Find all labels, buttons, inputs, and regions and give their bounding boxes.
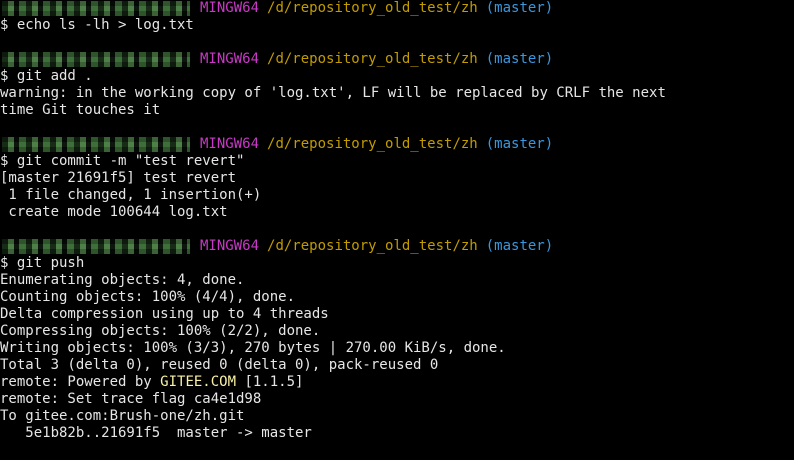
output-line: time Git touches it (0, 102, 161, 118)
output-line: Delta compression using up to 4 threads (0, 306, 329, 322)
prompt-line: MINGW64/d/repository_old_test/zh (master) (0, 0, 794, 17)
prompt-line: MINGW64/d/repository_old_test/zh (master) (0, 136, 794, 153)
output-line: To gitee.com:Brush-one/zh.git (0, 408, 245, 424)
command-line: $ git add . (0, 68, 93, 84)
prompt-line: MINGW64/d/repository_old_test/zh (master) (0, 51, 794, 68)
command-line: $ git push (0, 255, 85, 271)
gitee-brand: GITEE.COM (160, 374, 237, 390)
output-line: Total 3 (delta 0), reused 0 (delta 0), p… (0, 357, 439, 373)
prompt-path: /d/repository_old_test/zh (267, 238, 478, 254)
output-line: remote: Set trace flag ca4e1d98 (0, 391, 262, 407)
output-line: Enumerating objects: 4, done. (0, 272, 245, 288)
prompt-system: MINGW64 (200, 238, 260, 254)
prompt-system: MINGW64 (200, 0, 260, 16)
output-line: [master 21691f5] test revert (0, 170, 237, 186)
output-line: Writing objects: 100% (3/3), 270 bytes |… (0, 340, 506, 356)
prompt-path: /d/repository_old_test/zh (267, 136, 478, 152)
output-line: create mode 100644 log.txt (0, 204, 228, 220)
redacted-user-host (2, 1, 190, 16)
prompt-branch: (master) (485, 238, 554, 254)
output-line: 5e1b82b..21691f5 master -> master (0, 425, 312, 441)
redacted-user-host (2, 239, 190, 254)
prompt-path: /d/repository_old_test/zh (267, 51, 478, 67)
prompt-branch: (master) (485, 136, 554, 152)
prompt-branch: (master) (485, 51, 554, 67)
remote-powered-line: remote: Powered by GITEE.COM [1.1.5] (0, 374, 794, 391)
prompt-system: MINGW64 (200, 51, 260, 67)
redacted-user-host (2, 137, 190, 152)
output-line: warning: in the working copy of 'log.txt… (0, 85, 666, 101)
prompt-path: /d/repository_old_test/zh (267, 0, 478, 16)
prompt-system: MINGW64 (200, 136, 260, 152)
output-line: Compressing objects: 100% (2/2), done. (0, 323, 321, 339)
prompt-branch: (master) (485, 0, 554, 16)
command-line: $ echo ls -lh > log.txt (0, 17, 194, 33)
terminal-window[interactable]: MINGW64/d/repository_old_test/zh (master)… (0, 0, 794, 460)
remote-powered-version: [1.1.5] (236, 374, 304, 390)
remote-powered-prefix: remote: Powered by (0, 374, 161, 390)
output-line: Counting objects: 100% (4/4), done. (0, 289, 296, 305)
prompt-line: MINGW64/d/repository_old_test/zh (master) (0, 238, 794, 255)
command-line: $ git commit -m "test revert" (0, 153, 245, 169)
output-line: 1 file changed, 1 insertion(+) (0, 187, 262, 203)
redacted-user-host (2, 52, 190, 67)
